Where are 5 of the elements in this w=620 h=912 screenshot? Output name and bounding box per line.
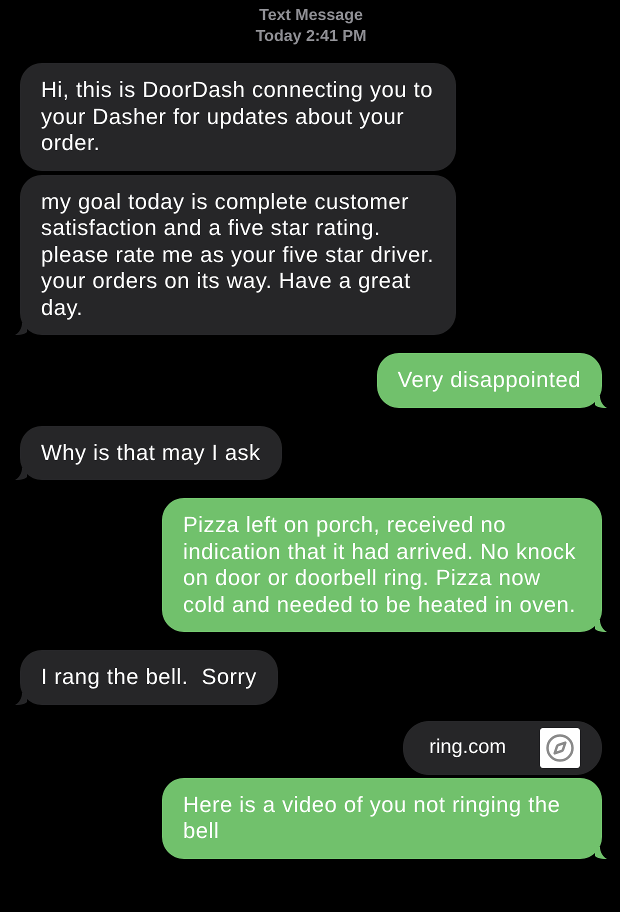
- received-message: Hi, this is DoorDash connecting you to your Dasher for updates about your order.: [20, 63, 456, 170]
- link-preview[interactable]: ring.com: [403, 720, 602, 774]
- timestamp: Today 2:41 PM: [256, 27, 366, 47]
- service-label: Text Message: [259, 6, 363, 26]
- compass-icon: [540, 728, 580, 768]
